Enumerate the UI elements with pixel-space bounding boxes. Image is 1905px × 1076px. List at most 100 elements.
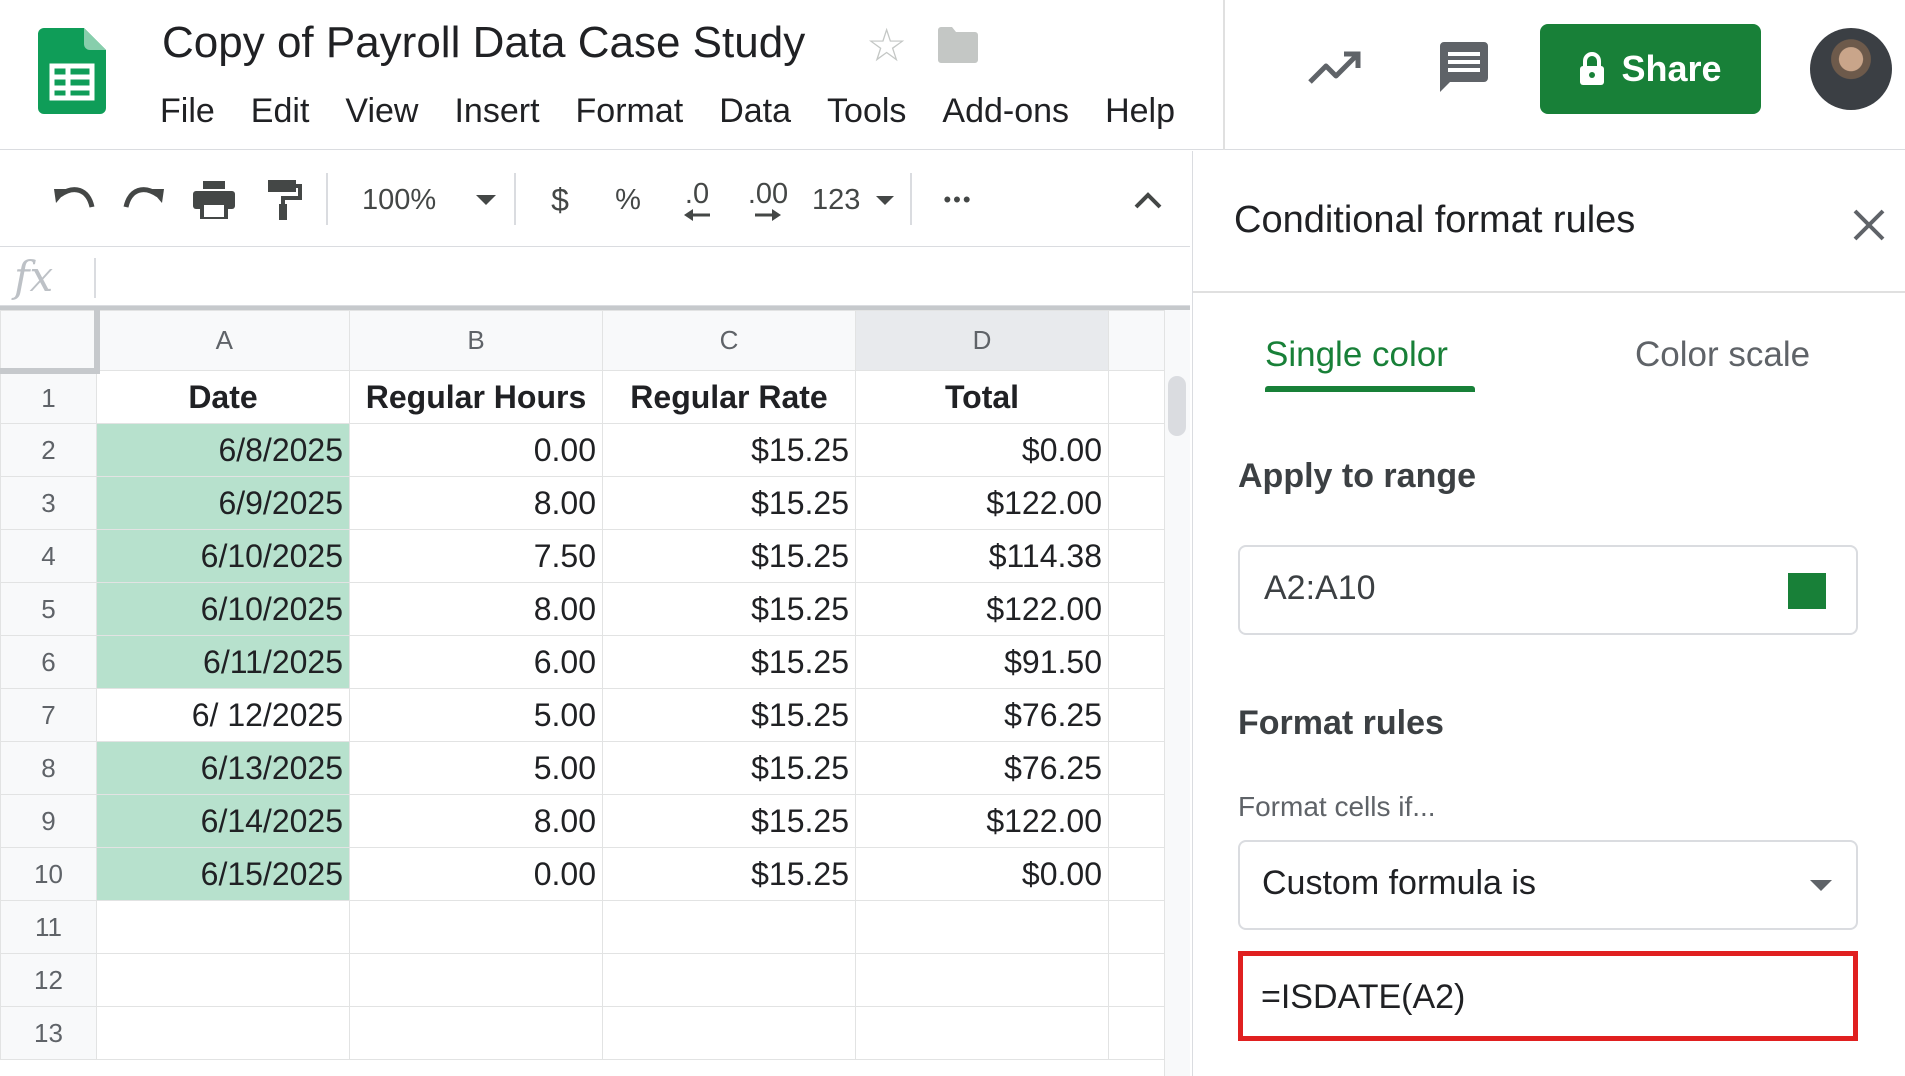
menu-tools[interactable]: Tools bbox=[809, 88, 924, 134]
cell[interactable]: $15.25 bbox=[602, 476, 856, 530]
cell[interactable]: $114.38 bbox=[855, 529, 1109, 583]
column-header-a[interactable]: A bbox=[96, 310, 350, 371]
cell[interactable]: $0.00 bbox=[855, 847, 1109, 901]
cell[interactable]: 8.00 bbox=[349, 582, 603, 636]
cell[interactable] bbox=[602, 953, 856, 1007]
column-header-c[interactable]: C bbox=[602, 310, 856, 371]
cell[interactable] bbox=[1108, 635, 1169, 689]
row-header[interactable]: 11 bbox=[0, 900, 97, 954]
cell[interactable] bbox=[1108, 900, 1169, 954]
collapse-toolbar-icon[interactable] bbox=[1124, 175, 1172, 225]
row-header[interactable]: 9 bbox=[0, 794, 97, 848]
menu-edit[interactable]: Edit bbox=[233, 88, 328, 134]
cell[interactable] bbox=[1108, 847, 1169, 901]
row-header[interactable]: 7 bbox=[0, 688, 97, 742]
row-header[interactable]: 3 bbox=[0, 476, 97, 530]
paint-format-icon[interactable] bbox=[256, 175, 312, 225]
row-header[interactable]: 12 bbox=[0, 953, 97, 1007]
row-header[interactable]: 2 bbox=[0, 423, 97, 477]
cell[interactable]: $15.25 bbox=[602, 582, 856, 636]
column-header-e[interactable] bbox=[1108, 310, 1169, 371]
row-header[interactable]: 6 bbox=[0, 635, 97, 689]
menu-data[interactable]: Data bbox=[701, 88, 809, 134]
row-header[interactable]: 4 bbox=[0, 529, 97, 583]
cell[interactable]: $15.25 bbox=[602, 529, 856, 583]
comment-icon[interactable] bbox=[1436, 40, 1492, 96]
cell[interactable]: Total bbox=[855, 370, 1109, 424]
cell[interactable]: 6/10/2025 bbox=[96, 582, 350, 636]
cell[interactable]: 8.00 bbox=[349, 794, 603, 848]
redo-icon[interactable] bbox=[114, 175, 174, 225]
cell[interactable]: 6/14/2025 bbox=[96, 794, 350, 848]
row-header[interactable]: 8 bbox=[0, 741, 97, 795]
cell[interactable] bbox=[1108, 370, 1169, 424]
cell[interactable] bbox=[1108, 476, 1169, 530]
cell[interactable]: $76.25 bbox=[855, 688, 1109, 742]
cell[interactable]: 6/9/2025 bbox=[96, 476, 350, 530]
select-all-corner[interactable] bbox=[0, 310, 100, 374]
menu-format[interactable]: Format bbox=[558, 88, 702, 134]
cell[interactable]: Regular Rate bbox=[602, 370, 856, 424]
cell[interactable]: $91.50 bbox=[855, 635, 1109, 689]
print-icon[interactable] bbox=[186, 175, 242, 225]
cell[interactable]: $15.25 bbox=[602, 635, 856, 689]
cell[interactable]: $15.25 bbox=[602, 741, 856, 795]
cell[interactable] bbox=[96, 953, 350, 1007]
tab-color-scale[interactable]: Color scale bbox=[1635, 335, 1810, 375]
cell[interactable]: $76.25 bbox=[855, 741, 1109, 795]
menu-file[interactable]: File bbox=[160, 88, 233, 134]
cell[interactable]: 6/15/2025 bbox=[96, 847, 350, 901]
row-header[interactable]: 1 bbox=[0, 370, 97, 424]
cell[interactable] bbox=[602, 900, 856, 954]
menu-help[interactable]: Help bbox=[1087, 88, 1193, 134]
cell[interactable]: 0.00 bbox=[349, 847, 603, 901]
range-input[interactable]: A2:A10 bbox=[1238, 545, 1858, 635]
cell[interactable]: $15.25 bbox=[602, 847, 856, 901]
cell[interactable]: 5.00 bbox=[349, 688, 603, 742]
menu-add-ons[interactable]: Add-ons bbox=[924, 88, 1087, 134]
cell[interactable]: 6/11/2025 bbox=[96, 635, 350, 689]
cell[interactable] bbox=[855, 900, 1109, 954]
cell[interactable]: $122.00 bbox=[855, 476, 1109, 530]
more-options-icon[interactable]: ••• bbox=[934, 175, 982, 225]
cell[interactable] bbox=[349, 953, 603, 1007]
number-format-select[interactable]: 123 bbox=[812, 175, 894, 225]
cell[interactable]: 5.00 bbox=[349, 741, 603, 795]
cell[interactable] bbox=[1108, 582, 1169, 636]
cell[interactable]: $0.00 bbox=[855, 423, 1109, 477]
cell[interactable]: 7.50 bbox=[349, 529, 603, 583]
cell[interactable]: 6/13/2025 bbox=[96, 741, 350, 795]
cell[interactable]: $15.25 bbox=[602, 794, 856, 848]
cell[interactable] bbox=[96, 900, 350, 954]
sheets-logo-icon[interactable] bbox=[38, 28, 106, 114]
cell[interactable] bbox=[96, 1006, 350, 1060]
cell[interactable]: 0.00 bbox=[349, 423, 603, 477]
row-header[interactable]: 13 bbox=[0, 1006, 97, 1060]
scrollbar-thumb[interactable] bbox=[1168, 376, 1186, 436]
cell[interactable]: $122.00 bbox=[855, 794, 1109, 848]
cell[interactable]: $15.25 bbox=[602, 423, 856, 477]
folder-icon[interactable] bbox=[936, 26, 980, 64]
formula-bar[interactable]: fx bbox=[0, 248, 1190, 306]
currency-format-button[interactable]: $ bbox=[540, 175, 580, 225]
cell[interactable] bbox=[349, 1006, 603, 1060]
cell[interactable]: 8.00 bbox=[349, 476, 603, 530]
cell[interactable] bbox=[349, 900, 603, 954]
share-button[interactable]: Share bbox=[1540, 24, 1761, 114]
document-title[interactable]: Copy of Payroll Data Case Study bbox=[162, 18, 805, 68]
column-header-d[interactable]: D bbox=[855, 310, 1109, 371]
cell[interactable]: Date bbox=[96, 370, 350, 424]
star-icon[interactable]: ☆ bbox=[866, 22, 907, 68]
menu-view[interactable]: View bbox=[327, 88, 436, 134]
cell[interactable]: 6.00 bbox=[349, 635, 603, 689]
cell[interactable]: 6/10/2025 bbox=[96, 529, 350, 583]
increase-decimal-button[interactable]: .00 bbox=[740, 175, 796, 225]
custom-formula-input[interactable]: =ISDATE(A2) bbox=[1238, 951, 1858, 1041]
percent-format-button[interactable]: % bbox=[608, 175, 648, 225]
cell[interactable]: 6/ 12/2025 bbox=[96, 688, 350, 742]
activity-trend-icon[interactable] bbox=[1306, 42, 1366, 92]
cell[interactable]: Regular Hours bbox=[349, 370, 603, 424]
avatar[interactable] bbox=[1810, 28, 1892, 110]
undo-icon[interactable] bbox=[44, 175, 104, 225]
cell[interactable] bbox=[855, 953, 1109, 1007]
